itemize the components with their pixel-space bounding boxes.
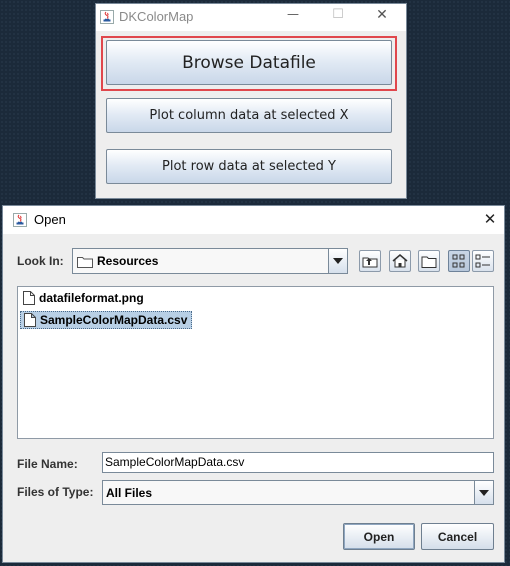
details-view-button[interactable] xyxy=(472,250,494,272)
dialog-titlebar[interactable]: Open ✕ xyxy=(3,206,504,234)
details-view-icon xyxy=(475,254,490,268)
plot-row-button[interactable]: Plot row data at selected Y xyxy=(106,149,392,184)
look-in-label: Look In: xyxy=(17,254,64,268)
file-list[interactable]: datafileformat.png SampleColorMapData.cs… xyxy=(17,286,494,439)
file-name-field[interactable]: SampleColorMapData.csv xyxy=(102,452,494,473)
new-folder-button[interactable] xyxy=(418,250,440,272)
files-of-type-label: Files of Type: xyxy=(17,485,94,499)
folder-icon xyxy=(77,257,93,268)
open-file-dialog: Open ✕ Look In: Resources datafileformat… xyxy=(2,205,505,563)
files-of-type-value: All Files xyxy=(106,486,153,500)
file-icon xyxy=(24,313,36,327)
files-of-type-dropdown-button[interactable] xyxy=(474,481,493,504)
file-item[interactable]: datafileformat.png xyxy=(20,289,148,307)
list-view-button[interactable] xyxy=(448,250,470,272)
minimize-button[interactable]: — xyxy=(282,7,304,21)
java-app-icon xyxy=(100,10,114,24)
files-of-type-combo[interactable]: All Files xyxy=(102,480,494,505)
chevron-down-icon xyxy=(333,258,343,264)
file-name: SampleColorMapData.csv xyxy=(40,313,188,327)
file-item-selected[interactable]: SampleColorMapData.csv xyxy=(20,311,193,329)
dialog-close-button[interactable]: ✕ xyxy=(479,210,501,228)
look-in-dropdown-button[interactable] xyxy=(328,249,347,273)
maximize-button[interactable]: ☐ xyxy=(327,7,349,22)
plot-column-button[interactable]: Plot column data at selected X xyxy=(106,98,392,133)
list-view-icon xyxy=(452,254,465,268)
main-titlebar[interactable]: DKColorMap — ☐ ✕ xyxy=(96,4,406,31)
look-in-value: Resources xyxy=(97,254,159,268)
home-button[interactable] xyxy=(389,250,411,272)
java-app-icon xyxy=(13,213,27,227)
up-one-level-button[interactable] xyxy=(359,250,381,272)
new-folder-icon xyxy=(421,256,437,268)
file-name: datafileformat.png xyxy=(39,291,144,305)
close-button[interactable]: ✕ xyxy=(371,7,393,23)
cancel-button[interactable]: Cancel xyxy=(421,523,494,550)
home-icon xyxy=(392,254,408,268)
dkcolormap-window: DKColorMap — ☐ ✕ Browse Datafile Plot co… xyxy=(95,3,407,199)
main-window-title: DKColorMap xyxy=(119,9,194,24)
open-button[interactable]: Open xyxy=(343,523,415,550)
chevron-down-icon xyxy=(479,489,489,496)
file-icon xyxy=(23,291,35,305)
look-in-combo[interactable]: Resources xyxy=(72,248,348,274)
file-name-label: File Name: xyxy=(17,457,78,471)
dialog-title: Open xyxy=(34,212,66,227)
browse-datafile-button[interactable]: Browse Datafile xyxy=(106,40,392,85)
up-one-level-icon xyxy=(362,257,378,268)
